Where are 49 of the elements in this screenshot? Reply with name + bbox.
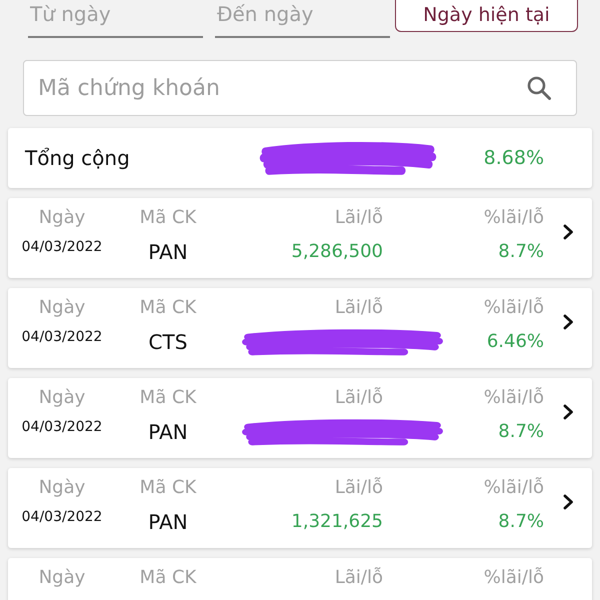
column-label: Mã CK: [140, 567, 196, 589]
column-label: Lãi/lỗ: [334, 207, 383, 229]
percent-value: 8.7%: [498, 420, 544, 444]
search-field[interactable]: Mã chứng khoán: [23, 60, 577, 116]
profit-loss-card[interactable]: Ngày Mã CK Lãi/lỗ %lãi/lỗ 04/03/2022 PAN 5,286,500 8.7%: [8, 198, 592, 278]
percent-value: 8.7%: [498, 240, 544, 264]
to-date-field[interactable]: Đến ngày: [215, 0, 390, 38]
total-label: Tổng cộng: [25, 146, 130, 170]
from-date-field[interactable]: Từ ngày: [28, 0, 203, 38]
column-label: Ngày: [38, 387, 86, 409]
column-label: Ngày: [38, 297, 86, 319]
column-label: %lãi/lỗ: [484, 477, 544, 499]
stock-symbol: PAN: [148, 240, 188, 264]
search-icon[interactable]: [527, 76, 551, 100]
column-label: %lãi/lỗ: [484, 207, 544, 229]
chevron-right-icon: [562, 494, 574, 510]
column-label: Mã CK: [140, 297, 196, 319]
column-label: %lãi/lỗ: [484, 567, 544, 589]
column-label: Lãi/lỗ: [334, 567, 383, 589]
column-label: Ngày: [38, 477, 86, 499]
profit-loss-card[interactable]: Ngày Mã CK Lãi/lỗ %lãi/lỗ 04/03/2022 CTS 6.46%: [8, 288, 592, 368]
stock-symbol: PAN: [148, 510, 188, 534]
chevron-right-icon: [562, 404, 574, 420]
profit-loss-card[interactable]: Ngày Mã CK Lãi/lỗ %lãi/lỗ 04/03/2022 PAN 8.7%: [8, 378, 592, 458]
column-label: %lãi/lỗ: [484, 387, 544, 409]
stock-symbol: CTS: [148, 330, 188, 354]
column-label: Mã CK: [140, 387, 196, 409]
profit-value: 5,286,500: [291, 240, 383, 264]
chevron-right-icon: [562, 314, 574, 330]
chevron-right-icon: [562, 224, 574, 240]
column-label: Mã CK: [140, 207, 196, 229]
date-value: 04/03/2022: [22, 328, 102, 346]
column-label: Mã CK: [140, 477, 196, 499]
column-label: Ngày: [38, 207, 86, 229]
today-button[interactable]: Ngày hiện tại: [395, 0, 578, 32]
stock-symbol: PAN: [148, 420, 188, 444]
percent-value: 6.46%: [486, 330, 544, 354]
total-percent: 8.68%: [484, 147, 544, 169]
date-value: 04/03/2022: [22, 238, 102, 256]
date-value: 04/03/2022: [22, 418, 102, 436]
profit-value: 1,321,625: [291, 510, 383, 534]
column-label: %lãi/lỗ: [484, 297, 544, 319]
column-label: Lãi/lỗ: [334, 477, 383, 499]
column-label: Lãi/lỗ: [334, 297, 383, 319]
percent-value: 8.7%: [498, 510, 544, 534]
date-value: 04/03/2022: [22, 508, 102, 526]
column-label: Ngày: [38, 567, 86, 589]
profit-loss-card[interactable]: Ngày Mã CK Lãi/lỗ %lãi/lỗ 04/03/2022 PAN 1,321,625 8.7%: [8, 468, 592, 548]
column-label: Lãi/lỗ: [334, 387, 383, 409]
